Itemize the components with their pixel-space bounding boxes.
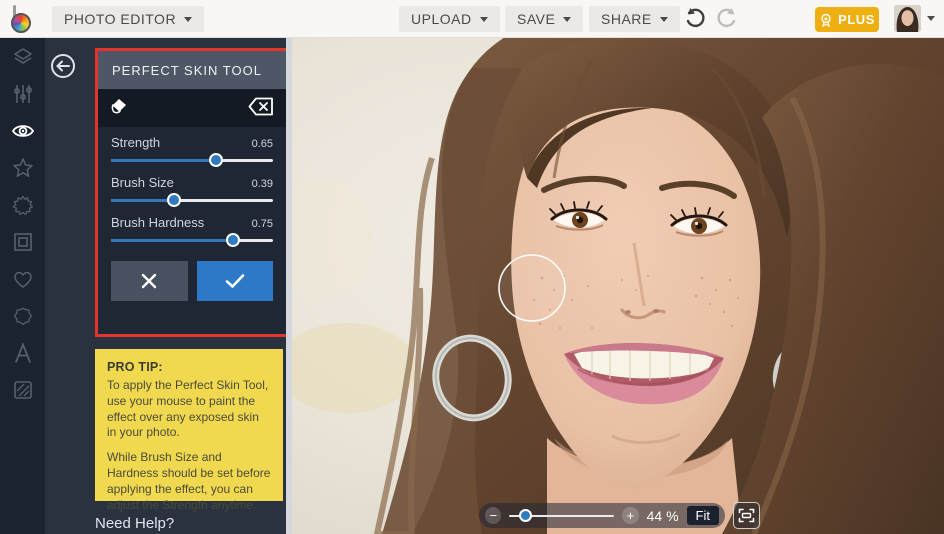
- pro-tip-paragraph-1: To apply the Perfect Skin Tool, use your…: [107, 378, 269, 440]
- brush-hardness-value: 0.75: [251, 218, 273, 230]
- save-button[interactable]: SAVE: [505, 6, 584, 32]
- pro-tip-box: PRO TIP: To apply the Perfect Skin Tool,…: [95, 349, 283, 512]
- brush-size-slider: Brush Size 0.39: [111, 175, 273, 207]
- close-x-icon: [142, 273, 157, 289]
- zoom-slider-thumb[interactable]: [519, 508, 533, 522]
- upload-button[interactable]: UPLOAD: [399, 6, 500, 32]
- save-label: SAVE: [517, 11, 556, 27]
- panel-title: PERFECT SKIN TOOL: [112, 62, 262, 78]
- pro-tip-heading: PRO TIP:: [107, 360, 163, 374]
- plus-label: PLUS: [838, 12, 875, 27]
- zoom-percentage: 44 %: [646, 507, 679, 524]
- heart-icon: [13, 271, 32, 288]
- brush-size-label: Brush Size: [111, 175, 174, 190]
- touchup-eye-icon: [11, 124, 34, 137]
- rail-item-edit[interactable]: [0, 75, 45, 112]
- chevron-down-icon: [563, 16, 572, 22]
- apply-button[interactable]: [196, 261, 273, 301]
- brush-size-value: 0.39: [251, 178, 273, 190]
- photo-editor-menu-label: PHOTO EDITOR: [64, 11, 177, 27]
- zoom-in-button[interactable]: +: [622, 507, 639, 524]
- rail-item-frames[interactable]: [0, 223, 45, 260]
- avatar-photo: [894, 5, 921, 32]
- eraser-icon: [111, 98, 126, 113]
- share-label: SHARE: [601, 11, 652, 27]
- undo-button[interactable]: [682, 7, 708, 31]
- chevron-down-icon: [659, 16, 668, 22]
- redo-icon: [717, 8, 736, 28]
- arrow-left-icon: [56, 60, 70, 72]
- strength-label: Strength: [111, 135, 161, 150]
- tool-settings-box-highlighted: PERFECT SKIN TOOL Strength 0.65 Brush Si…: [95, 48, 289, 337]
- panel-header: PERFECT SKIN TOOL: [98, 51, 286, 89]
- texture-icon: [13, 380, 32, 399]
- eraser-tool-button[interactable]: [110, 97, 133, 120]
- brush-cursor: [498, 254, 566, 322]
- undo-icon: [686, 8, 705, 28]
- photo-editor-menu-button[interactable]: PHOTO EDITOR: [52, 6, 205, 32]
- strength-slider: Strength 0.65: [111, 135, 273, 167]
- chevron-down-icon: [927, 16, 935, 21]
- checkmark-icon: [225, 274, 245, 288]
- frame-icon: [13, 232, 32, 251]
- plus-upgrade-button[interactable]: PLUS: [815, 7, 879, 32]
- award-badge-icon: [821, 13, 831, 27]
- cancel-button[interactable]: [111, 261, 188, 301]
- rail-item-text[interactable]: [0, 334, 45, 371]
- brush-mode-row: [98, 89, 286, 127]
- pro-tip-paragraph-2: While Brush Size and Hardness should be …: [107, 450, 271, 512]
- strength-track[interactable]: [111, 153, 273, 167]
- strength-thumb[interactable]: [209, 153, 224, 167]
- zoom-out-button[interactable]: −: [485, 507, 502, 524]
- back-button[interactable]: [51, 54, 75, 78]
- share-button[interactable]: SHARE: [589, 6, 680, 32]
- photo-portrait: [292, 38, 944, 534]
- brush-size-thumb[interactable]: [167, 193, 182, 207]
- upload-label: UPLOAD: [411, 11, 472, 27]
- fit-button[interactable]: Fit: [686, 506, 719, 525]
- zoom-toolbar: − + 44 % Fit: [479, 503, 725, 528]
- text-a-icon: [14, 341, 31, 363]
- backspace-icon: [248, 97, 273, 116]
- starburst-icon: [12, 195, 33, 215]
- star-icon: [12, 157, 33, 177]
- tools-rail: [0, 38, 45, 534]
- zoom-slider-track[interactable]: [509, 508, 615, 522]
- perfect-skin-panel: PERFECT SKIN TOOL Strength 0.65 Brush Si…: [45, 38, 290, 534]
- fullscreen-button[interactable]: [733, 502, 760, 529]
- rail-item-overlays[interactable]: [0, 297, 45, 334]
- photo-canvas[interactable]: [292, 38, 944, 534]
- clear-strokes-button[interactable]: [248, 97, 274, 119]
- rail-item-graphics[interactable]: [0, 260, 45, 297]
- redo-button[interactable]: [714, 7, 740, 31]
- rail-item-effects[interactable]: [0, 149, 45, 186]
- panel-scrollbar[interactable]: [286, 38, 292, 534]
- layers-icon: [13, 47, 32, 64]
- brush-hardness-slider: Brush Hardness 0.75: [111, 215, 273, 247]
- brush-hardness-label: Brush Hardness: [111, 215, 205, 230]
- seal-icon: [13, 307, 32, 325]
- rail-item-textures[interactable]: [0, 371, 45, 408]
- rail-item-artsy[interactable]: [0, 186, 45, 223]
- need-help-link[interactable]: Need Help?: [95, 515, 174, 532]
- brush-size-track[interactable]: [111, 193, 273, 207]
- befunky-logo-icon[interactable]: [10, 5, 38, 33]
- rail-item-touchup[interactable]: [0, 112, 45, 149]
- chevron-down-icon: [479, 16, 488, 22]
- strength-value: 0.65: [251, 138, 273, 150]
- fit-screen-icon: [738, 508, 755, 523]
- brush-hardness-thumb[interactable]: [225, 233, 240, 247]
- rail-item-layers[interactable]: [0, 38, 45, 75]
- brush-hardness-track[interactable]: [111, 233, 273, 247]
- account-menu[interactable]: [894, 5, 935, 32]
- confirm-row: [98, 255, 286, 307]
- top-toolbar: PHOTO EDITOR UPLOAD SAVE SHARE PLUS: [0, 0, 944, 38]
- chevron-down-icon: [184, 16, 193, 22]
- photo-editor-app: PHOTO EDITOR UPLOAD SAVE SHARE PLUS PERF…: [0, 0, 944, 534]
- user-avatar: [894, 5, 921, 32]
- adjust-sliders-icon: [13, 84, 32, 103]
- slider-section: Strength 0.65 Brush Size 0.39 Brush Hard…: [98, 127, 286, 247]
